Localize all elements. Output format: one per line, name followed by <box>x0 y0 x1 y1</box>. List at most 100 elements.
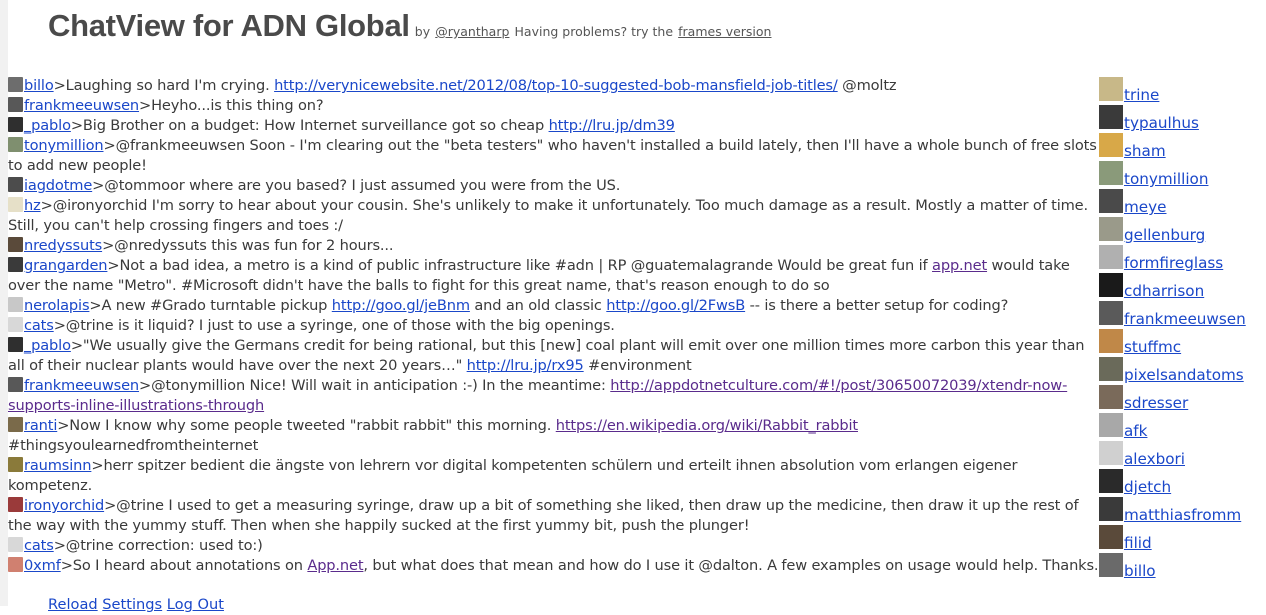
message-link[interactable]: http://lru.jp/rx95 <box>467 357 584 374</box>
message-link[interactable]: https://en.wikipedia.org/wiki/Rabbit_rab… <box>556 417 858 434</box>
avatar[interactable] <box>8 537 23 552</box>
settings-link[interactable]: Settings <box>102 596 162 613</box>
user-link[interactable]: sdresser <box>1124 394 1188 412</box>
avatar[interactable] <box>1099 105 1123 129</box>
avatar[interactable] <box>1099 217 1123 241</box>
avatar[interactable] <box>1099 161 1123 185</box>
user-link[interactable]: afk <box>1124 422 1147 440</box>
message-username-link[interactable]: nredyssuts <box>24 237 102 254</box>
message-username-link[interactable]: ironyorchid <box>24 497 104 514</box>
user-list-item: billo <box>1099 553 1266 581</box>
message-username-link[interactable]: frankmeeuwsen <box>24 97 139 114</box>
avatar[interactable] <box>1099 301 1123 325</box>
avatar[interactable] <box>8 417 23 432</box>
message-link[interactable]: http://goo.gl/jeBnm <box>332 297 470 314</box>
chat-message: _pablo>Big Brother on a budget: How Inte… <box>8 116 1100 136</box>
avatar[interactable] <box>1099 77 1123 101</box>
avatar[interactable] <box>8 237 23 252</box>
user-link[interactable]: matthiasfromm <box>1124 506 1241 524</box>
avatar[interactable] <box>8 337 23 352</box>
avatar[interactable] <box>8 177 23 192</box>
user-link[interactable]: tonymillion <box>1124 170 1208 188</box>
avatar[interactable] <box>8 137 23 152</box>
user-link[interactable]: filid <box>1124 534 1152 552</box>
frames-version-link[interactable]: frames version <box>678 24 771 39</box>
message-username-link[interactable]: frankmeeuwsen <box>24 377 139 394</box>
avatar[interactable] <box>8 557 23 572</box>
message-username-link[interactable]: billo <box>24 77 54 94</box>
author-link[interactable]: @ryantharp <box>435 24 509 39</box>
avatar[interactable] <box>8 497 23 512</box>
avatar[interactable] <box>1099 413 1123 437</box>
avatar[interactable] <box>8 317 23 332</box>
user-link[interactable]: cdharrison <box>1124 282 1204 300</box>
message-link[interactable]: App.net <box>307 557 363 574</box>
message-text: >Heyho...is this thing on? <box>139 97 324 114</box>
message-username-link[interactable]: grangarden <box>24 257 108 274</box>
avatar[interactable] <box>8 257 23 272</box>
user-list-item: sham <box>1099 133 1266 161</box>
message-username-link[interactable]: cats <box>24 317 54 334</box>
avatar[interactable] <box>1099 273 1123 297</box>
avatar[interactable] <box>1099 357 1123 381</box>
avatar[interactable] <box>1099 469 1123 493</box>
avatar[interactable] <box>1099 441 1123 465</box>
message-username-link[interactable]: iagdotme <box>24 177 92 194</box>
avatar[interactable] <box>1099 189 1123 213</box>
chat-message: nredyssuts>@nredyssuts this was fun for … <box>8 236 1100 256</box>
message-link[interactable]: http://goo.gl/2FwsB <box>606 297 745 314</box>
user-link[interactable]: formfireglass <box>1124 254 1223 272</box>
chat-message: hz>@ironyorchid I'm sorry to hear about … <box>8 196 1100 236</box>
message-username-link[interactable]: ranti <box>24 417 57 434</box>
avatar[interactable] <box>8 97 23 112</box>
user-link[interactable]: meye <box>1124 198 1166 216</box>
user-link[interactable]: stuffmc <box>1124 338 1181 356</box>
avatar[interactable] <box>1099 245 1123 269</box>
user-link[interactable]: sham <box>1124 142 1166 160</box>
avatar[interactable] <box>8 117 23 132</box>
user-link[interactable]: gellenburg <box>1124 226 1205 244</box>
logout-link[interactable]: Log Out <box>167 596 224 613</box>
avatar[interactable] <box>8 77 23 92</box>
chat-message: ironyorchid>@trine I used to get a measu… <box>8 496 1100 536</box>
user-link[interactable]: typaulhus <box>1124 114 1199 132</box>
avatar[interactable] <box>8 197 23 212</box>
avatar[interactable] <box>8 377 23 392</box>
message-username-link[interactable]: nerolapis <box>24 297 90 314</box>
user-link[interactable]: pixelsandatoms <box>1124 366 1244 384</box>
message-link[interactable]: app.net <box>932 257 987 274</box>
avatar[interactable] <box>1099 329 1123 353</box>
user-link[interactable]: billo <box>1124 562 1156 580</box>
chat-message: iagdotme>@tommoor where are you based? I… <box>8 176 1100 196</box>
message-username-link[interactable]: cats <box>24 537 54 554</box>
message-username-link[interactable]: _pablo <box>24 117 71 134</box>
chat-message: frankmeeuwsen>@tonymillion Nice! Will wa… <box>8 376 1100 416</box>
user-link[interactable]: alexbori <box>1124 450 1185 468</box>
avatar[interactable] <box>1099 385 1123 409</box>
user-list-item: trine <box>1099 77 1266 105</box>
avatar[interactable] <box>1099 497 1123 521</box>
user-list-item: typaulhus <box>1099 105 1266 133</box>
avatar[interactable] <box>1099 133 1123 157</box>
user-link[interactable]: trine <box>1124 86 1159 104</box>
avatar[interactable] <box>8 297 23 312</box>
message-username-link[interactable]: _pablo <box>24 337 71 354</box>
reload-link[interactable]: Reload <box>48 596 98 613</box>
message-username-link[interactable]: tonymillion <box>24 137 104 154</box>
message-link[interactable]: http://lru.jp/dm39 <box>549 117 675 134</box>
message-text: >@trine is it liquid? I just to use a sy… <box>53 317 615 334</box>
message-username-link[interactable]: hz <box>24 197 41 214</box>
user-link[interactable]: frankmeeuwsen <box>1124 310 1246 328</box>
avatar[interactable] <box>8 457 23 472</box>
avatar[interactable] <box>1099 525 1123 549</box>
message-username-link[interactable]: raumsinn <box>24 457 92 474</box>
message-text: >So I heard about annotations on <box>60 557 308 574</box>
message-username-link[interactable]: 0xmf <box>24 557 61 574</box>
footer-links: Reload Settings Log Out <box>48 595 224 615</box>
chat-message: _pablo>"We usually give the Germans cred… <box>8 336 1100 376</box>
message-text: >Big Brother on a budget: How Internet s… <box>70 117 549 134</box>
message-link[interactable]: http://verynicewebsite.net/2012/08/top-1… <box>274 77 838 94</box>
user-link[interactable]: djetch <box>1124 478 1171 496</box>
avatar[interactable] <box>1099 553 1123 577</box>
chat-message: cats>@trine is it liquid? I just to use … <box>8 316 1100 336</box>
